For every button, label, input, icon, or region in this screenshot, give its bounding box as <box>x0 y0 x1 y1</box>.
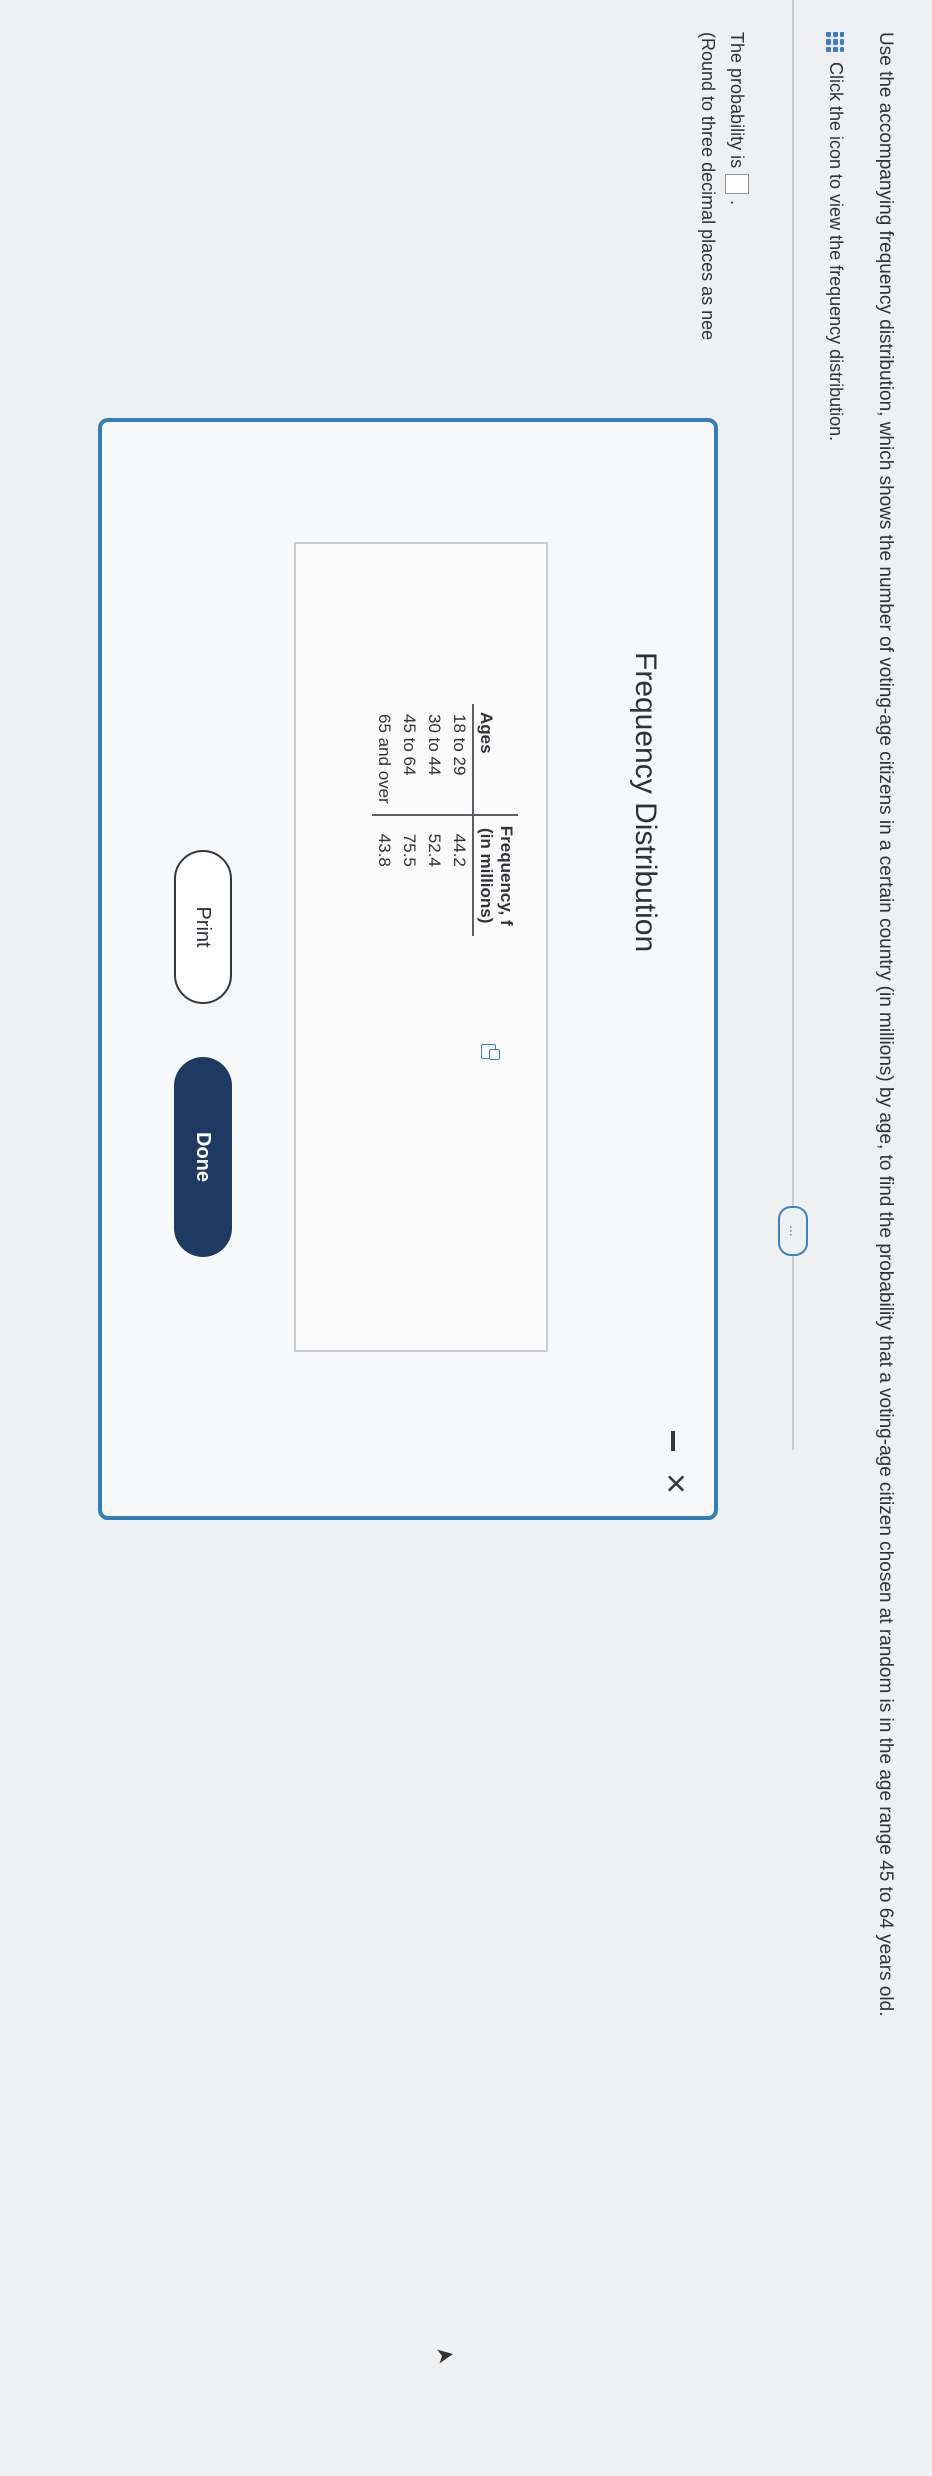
view-distribution-link[interactable]: Click the icon to view the frequency dis… <box>825 62 846 441</box>
frequency-cell: 75.5 <box>400 833 419 867</box>
ages-header: Ages <box>473 704 518 815</box>
table-row: 65 and over 43.8 <box>372 704 397 936</box>
age-cell: 30 to 44 <box>422 704 447 815</box>
more-button[interactable]: ... <box>778 1206 808 1256</box>
answer-prefix: The probability is <box>727 32 748 169</box>
frequency-header-line2: (in millions) <box>477 828 496 924</box>
page: Use the accompanying frequency distribut… <box>0 0 932 2476</box>
minimize-icon[interactable] <box>671 1430 675 1451</box>
answer-input[interactable] <box>725 174 749 195</box>
mouse-cursor-icon: ➤ <box>433 2340 457 2369</box>
copy-icon[interactable] <box>481 1044 496 1059</box>
view-distribution-row[interactable]: Click the icon to view the frequency dis… <box>825 32 846 441</box>
age-cell: 18 to 29 <box>447 704 473 815</box>
table-header-row: Ages Frequency, f (in millions) <box>473 704 518 936</box>
frequency-distribution-dialog: × Frequency Distribution Ages Frequency,… <box>98 418 718 1520</box>
frequency-cell: 44.2 <box>450 833 469 867</box>
print-button[interactable]: Print <box>174 850 232 1004</box>
answer-suffix: . <box>727 200 748 206</box>
question-text: Use the accompanying frequency distribut… <box>875 32 896 2017</box>
frequency-cell: 43.8 <box>375 833 394 867</box>
table-row: 18 to 29 44.2 <box>447 704 473 936</box>
grid-icon[interactable] <box>826 32 845 52</box>
table-container: Ages Frequency, f (in millions) 18 to 29… <box>294 542 548 1352</box>
frequency-header: Frequency, f (in millions) <box>473 814 518 936</box>
table-row: 45 to 64 75.5 <box>397 704 422 936</box>
dialog-title: Frequency Distribution <box>629 652 662 953</box>
frequency-table: Ages Frequency, f (in millions) 18 to 29… <box>372 704 518 936</box>
frequency-cell: 52.4 <box>425 833 444 867</box>
rounding-note: (Round to three decimal places as nee <box>698 32 718 341</box>
done-button[interactable]: Done <box>174 1057 232 1257</box>
table-row: 30 to 44 52.4 <box>422 704 447 936</box>
answer-line: The probability is . <box>725 32 749 205</box>
age-cell: 45 to 64 <box>397 704 422 815</box>
frequency-header-line1: Frequency, f <box>497 825 516 926</box>
dialog-controls: × <box>656 1430 697 1494</box>
age-cell: 65 and over <box>372 704 397 815</box>
close-icon[interactable]: × <box>656 1473 697 1494</box>
